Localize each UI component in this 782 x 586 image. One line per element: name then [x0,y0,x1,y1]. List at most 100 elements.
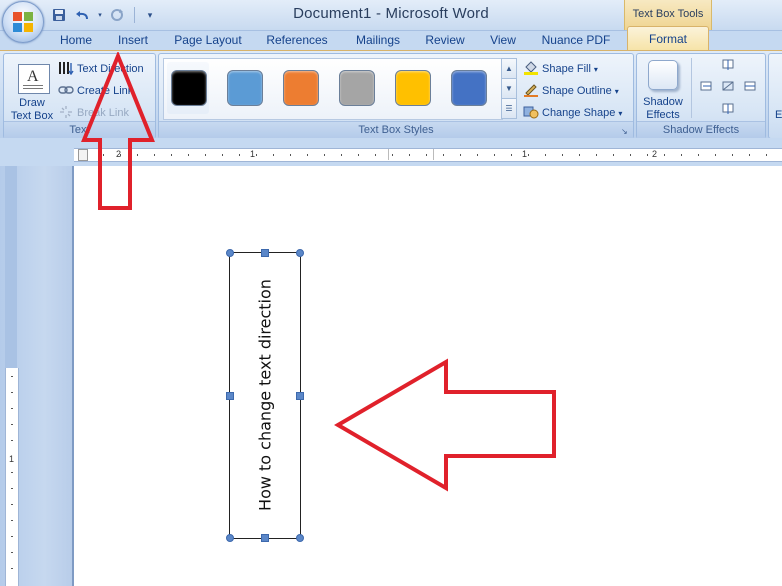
resize-handle-right[interactable] [296,392,304,400]
shadow-effects-label-line2: Effects [646,109,680,121]
gallery-down-icon[interactable]: ▼ [501,78,517,99]
text-box[interactable]: How to change text direction [229,252,301,539]
vertical-ruler-tick [11,472,13,473]
ruler-tick [579,154,580,156]
ruler-tick [732,154,733,156]
shape-fill-label: Shape Fill [542,63,591,75]
create-link-icon [58,86,74,94]
style-swatch-blue[interactable] [227,70,263,106]
vertical-ruler-tick [11,520,13,521]
ruler-tick [766,154,767,156]
ruler-tick [324,154,325,156]
text-box-content[interactable]: How to change text direction [230,253,300,538]
draw-text-box-label-line1: Draw [19,97,45,109]
annotation-arrow-up [81,52,155,210]
resize-handle-left[interactable] [226,392,234,400]
shape-outline-dropdown-icon: ▾ [614,87,619,96]
ruler-tick [664,154,665,156]
ruler-tick [171,154,172,156]
ruler-tick [698,154,699,156]
shape-fill-button[interactable]: Shape Fill ▾ [523,59,598,75]
shadow-effects-icon [648,60,678,90]
resize-handle-bottom-right[interactable] [296,534,304,542]
tab-insert[interactable]: Insert [114,32,152,50]
resize-handle-top-left[interactable] [226,249,234,257]
shadow-effects-group: Shadow Effects Shadow Effects [636,53,766,139]
shape-outline-button[interactable]: Shape Outline ▾ [523,81,619,97]
shadow-effects-button[interactable]: Shadow Effects [639,56,687,121]
ruler-tick [545,154,546,156]
gallery-scroll: ▲ ▼ ☰ [501,58,517,119]
tab-references[interactable]: References [264,32,330,50]
text-direction-icon [59,61,74,75]
3d-effects-group-partial: Et [768,53,782,139]
vertical-ruler[interactable]: 1 [5,368,19,586]
office-logo-icon [13,12,33,32]
ruler-tick [358,154,359,156]
horizontal-ruler[interactable]: 2 1 1 2 [74,148,782,162]
ruler-label: 2 [652,149,658,159]
vertical-ruler-label: 1 [9,454,15,464]
ruler-tick [715,154,716,156]
ruler-tick [409,154,410,156]
text-box-styles-label: Text Box Styles [159,121,633,138]
ruler-tick [307,154,308,156]
shadow-separator [691,58,692,118]
change-shape-icon [523,106,539,119]
tab-mailings[interactable]: Mailings [350,32,406,50]
ruler-tick [443,154,444,156]
shape-outline-label: Shape Outline [542,85,612,97]
resize-handle-top-right[interactable] [296,249,304,257]
resize-handle-top[interactable] [261,249,269,257]
shadow-effects-label-line1: Shadow [643,96,683,108]
tab-home[interactable]: Home [58,32,94,50]
ruler-tick [341,154,342,156]
style-swatch-gold[interactable] [395,70,431,106]
ruler-active-segment [388,149,434,160]
ruler-tick [273,154,274,156]
ruler-tick [511,154,512,156]
shape-fill-dropdown-icon: ▾ [593,65,598,74]
tab-format[interactable]: Format [627,26,709,51]
resize-handle-bottom-left[interactable] [226,534,234,542]
change-shape-label: Change Shape [542,107,616,119]
style-swatch-black[interactable] [171,70,207,106]
paint-bucket-icon [524,61,538,75]
ruler-tick [239,154,240,156]
text-box-text[interactable]: How to change text direction [254,253,278,538]
dialog-launcher-icon[interactable]: ↘ [621,127,630,136]
vertical-ruler-tick [11,424,13,425]
3d-effects-partial-label: Et [775,109,782,121]
pencil-icon [524,84,538,97]
style-swatch-orange[interactable] [283,70,319,106]
office-button[interactable] [2,1,44,43]
vertical-ruler-tick [11,552,13,553]
change-shape-button[interactable]: Change Shape ▾ [523,103,622,119]
resize-handle-bottom[interactable] [261,534,269,542]
tab-nuance-pdf[interactable]: Nuance PDF [540,32,612,50]
tab-page-layout[interactable]: Page Layout [174,32,242,50]
ruler-tick [647,154,648,156]
style-swatch-dark-blue[interactable] [451,70,487,106]
vertical-ruler-tick [11,392,13,393]
draw-text-box-button[interactable]: A Draw Text Box [6,56,58,122]
tab-view[interactable]: View [486,32,520,50]
gallery-more-icon[interactable]: ☰ [501,98,517,119]
vertical-ruler-tick [11,504,13,505]
ruler-tick [290,154,291,156]
ruler-tick [596,154,597,156]
vertical-ruler-tick [11,536,13,537]
ruler-tick [205,154,206,156]
ruler-tick [613,154,614,156]
vertical-ruler-tick [11,440,13,441]
gallery-up-icon[interactable]: ▲ [501,58,517,79]
tab-review[interactable]: Review [424,32,466,50]
nudge-shadow-icons[interactable] [699,58,761,118]
ruler-tick [460,154,461,156]
ruler-tick [256,154,257,156]
change-shape-dropdown-icon: ▾ [618,109,623,118]
ruler-tick [392,154,393,156]
style-swatch-gray[interactable] [339,70,375,106]
ruler-tick [375,154,376,156]
ruler-tick [681,154,682,156]
